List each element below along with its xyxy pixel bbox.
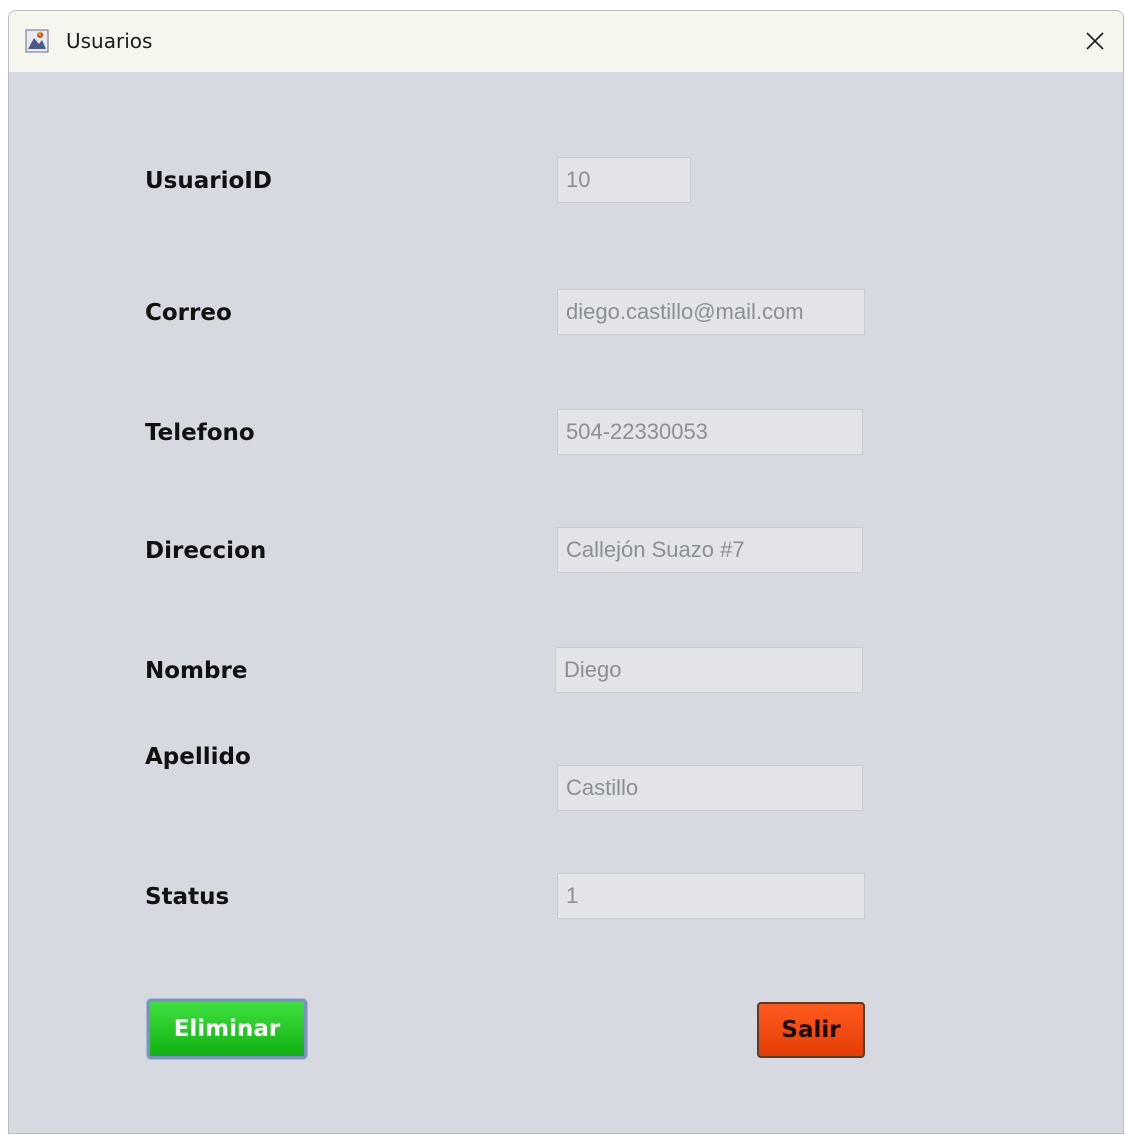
close-button[interactable] (1073, 19, 1117, 63)
direccion-label: Direccion (145, 538, 267, 564)
telefono-label: Telefono (145, 420, 255, 446)
apellido-label: Apellido (145, 744, 251, 770)
usuarios-window: Usuarios UsuarioID 10 Correo diego.casti… (8, 10, 1124, 1134)
window-title: Usuarios (66, 29, 153, 53)
title-bar[interactable]: Usuarios (9, 11, 1123, 72)
telefono-field[interactable]: 504-22330053 (557, 409, 863, 455)
close-icon (1086, 32, 1104, 50)
status-label: Status (145, 884, 230, 910)
correo-label: Correo (145, 300, 232, 326)
nombre-label: Nombre (145, 658, 248, 684)
apellido-field[interactable]: Castillo (557, 765, 863, 811)
direccion-field[interactable]: Callejón Suazo #7 (557, 527, 863, 573)
usuarioid-label: UsuarioID (145, 168, 272, 194)
salir-button[interactable]: Salir (757, 1002, 865, 1058)
nombre-field[interactable]: Diego (555, 647, 863, 693)
correo-field[interactable]: diego.castillo@mail.com (557, 289, 865, 335)
eliminar-button[interactable]: Eliminar (147, 999, 307, 1059)
usuarioid-field[interactable]: 10 (557, 157, 691, 203)
status-field[interactable]: 1 (557, 873, 865, 919)
java-app-icon (25, 29, 49, 53)
